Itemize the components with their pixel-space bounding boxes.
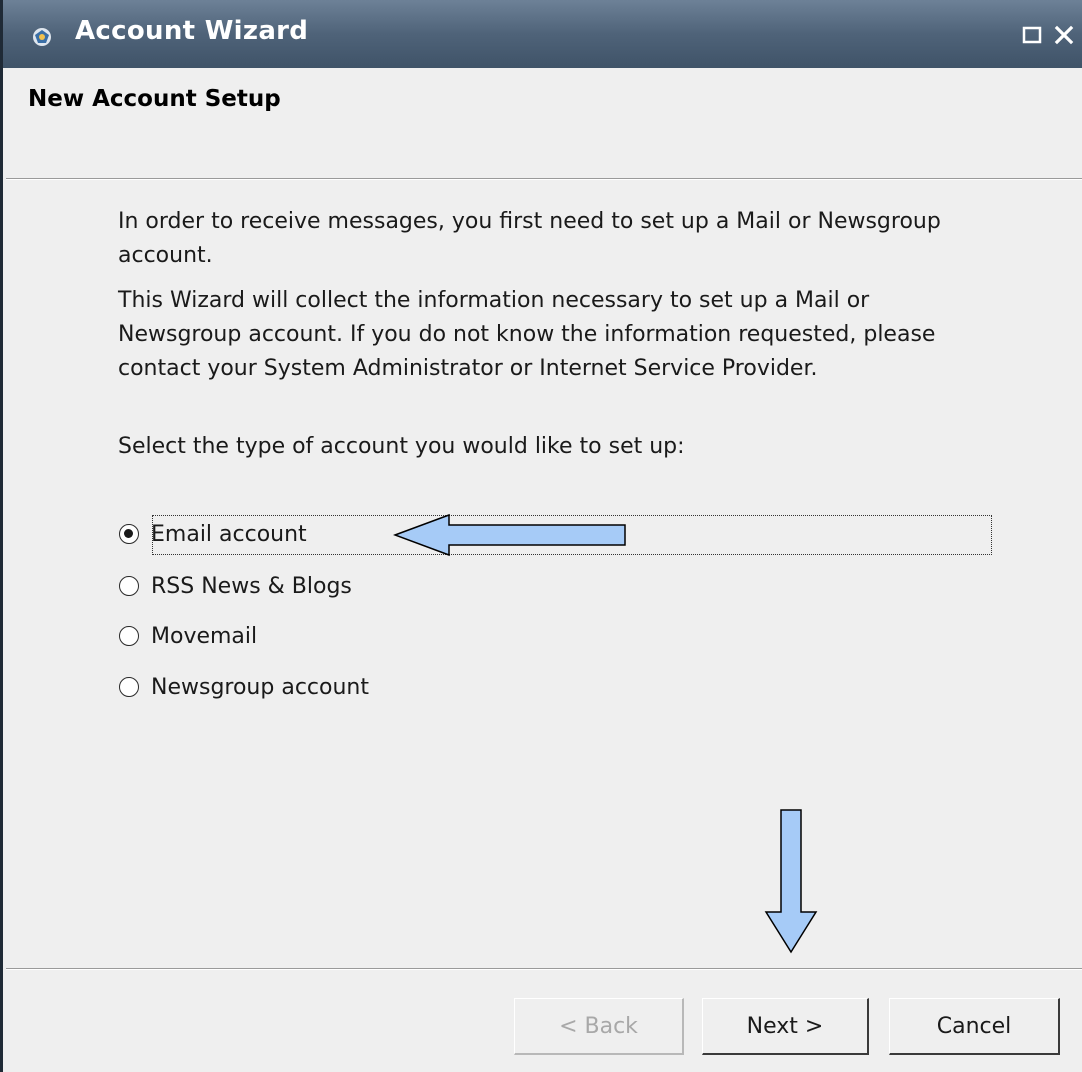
annotation-arrow-left [393,513,626,557]
header-divider [6,178,1082,180]
radio-button[interactable] [119,677,139,697]
radio-button[interactable] [119,576,139,596]
footer-divider [6,968,1082,970]
radio-button[interactable] [119,524,139,544]
radio-movemail[interactable]: Movemail [119,618,257,654]
radio-label: Email account [151,521,307,547]
radio-label: RSS News & Blogs [151,573,352,599]
radio-button[interactable] [119,626,139,646]
wizard-header [6,68,1082,178]
selection-prompt: Select the type of account you would lik… [118,434,685,459]
window-title: Account Wizard [75,16,309,46]
title-bar[interactable]: Account Wizard [3,0,1082,68]
radio-email-account[interactable]: Email account [119,516,307,552]
back-button[interactable]: < Back [514,998,684,1055]
radio-rss-news-blogs[interactable]: RSS News & Blogs [119,568,352,604]
intro-text: In order to receive messages, you first … [118,209,941,268]
maximize-icon[interactable] [1021,24,1043,46]
account-wizard-window: Account Wizard New Account Setup In orde… [0,0,1082,1072]
close-icon[interactable] [1053,24,1075,46]
page-title: New Account Setup [28,86,281,112]
next-button[interactable]: Next > [702,998,869,1055]
radio-newsgroup-account[interactable]: Newsgroup account [119,669,369,705]
annotation-arrow-down [764,809,818,954]
app-icon [33,28,51,46]
radio-label: Movemail [151,623,258,649]
radio-label: Newsgroup account [151,674,369,700]
cancel-button[interactable]: Cancel [889,998,1060,1055]
info-text: This Wizard will collect the information… [118,288,936,381]
